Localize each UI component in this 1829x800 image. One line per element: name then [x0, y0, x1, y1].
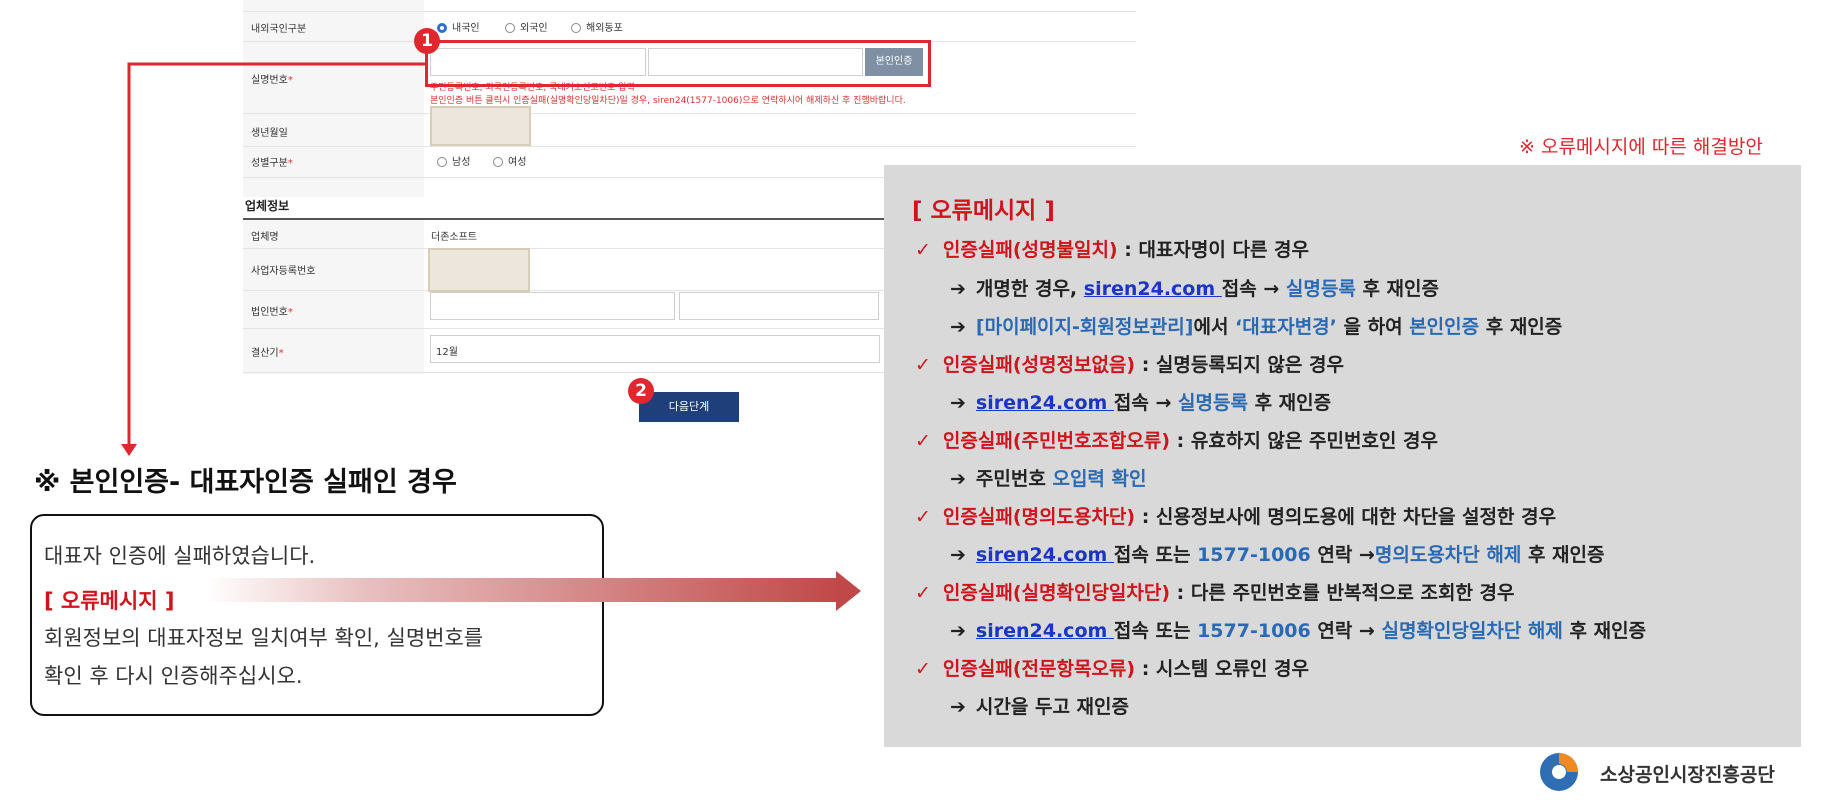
- arrow-right-icon: ➔: [950, 544, 966, 566]
- solution-line: ➔ 시간을 두고 재인증: [950, 696, 1129, 718]
- siren24-link[interactable]: siren24.com: [976, 392, 1114, 414]
- arrow-right-icon: ➔: [950, 620, 966, 642]
- check-icon: ✓: [915, 658, 931, 680]
- arrow-right-icon: ➔: [950, 316, 966, 338]
- error-item-name-mismatch: ✓ 인증실패(성명불일치) : 대표자명이 다른 경우: [915, 239, 1310, 261]
- solution-caption: ※ 오류메시지에 따른 해결방안: [1519, 136, 1763, 158]
- gradient-arrow-shaft: [206, 578, 842, 602]
- error-item-id-combination: ✓ 인증실패(주민번호조합오류) : 유효하지 않은 주민번호인 경우: [915, 430, 1438, 452]
- arrow-right-icon: ➔: [950, 468, 966, 490]
- solution-line: ➔ siren24.com 접속 또는 1577-1006 연락 →명의도용차단 …: [950, 544, 1605, 566]
- error-item-no-name-info: ✓ 인증실패(성명정보없음) : 실명등록되지 않은 경우: [915, 354, 1344, 376]
- siren24-link[interactable]: siren24.com: [976, 544, 1114, 566]
- arrow-right-icon: ➔: [950, 392, 966, 414]
- error-item-daily-block: ✓ 인증실패(실명확인당일차단) : 다른 주민번호를 반복적으로 조회한 경우: [915, 582, 1515, 604]
- agency-logo-text: 소상공인시장진흥공단: [1600, 764, 1775, 786]
- dialog-line-3: 확인 후 다시 인증해주십시오.: [44, 664, 303, 688]
- solution-line: ➔ siren24.com 접속 또는 1577-1006 연락 → 실명확인당일…: [950, 620, 1647, 642]
- dialog-line-1: 대표자 인증에 실패하였습니다.: [44, 544, 316, 568]
- dialog-error-title: [ 오류메시지 ]: [44, 589, 175, 613]
- siren24-link[interactable]: siren24.com: [976, 620, 1114, 642]
- check-icon: ✓: [915, 506, 931, 528]
- solution-line: ➔ siren24.com 접속 → 실명등록 후 재인증: [950, 392, 1332, 414]
- error-item-identity-theft-block: ✓ 인증실패(명의도용차단) : 신용정보사에 명의도용에 대한 차단을 설정한 …: [915, 506, 1557, 528]
- panel-title: [ 오류메시지 ]: [912, 198, 1055, 224]
- check-icon: ✓: [915, 354, 931, 376]
- check-icon: ✓: [915, 582, 931, 604]
- check-icon: ✓: [915, 239, 931, 261]
- arrow-right-icon: ➔: [950, 278, 966, 300]
- solution-line: ➔ 개명한 경우, siren24.com 접속 → 실명등록 후 재인증: [950, 278, 1439, 300]
- arrow-right-icon: ➔: [950, 696, 966, 718]
- solution-line: ➔ [마이페이지-회원정보관리]에서 ‘대표자변경’ 을 하여 본인인증 후 재인…: [950, 316, 1563, 338]
- solution-line: ➔ 주민번호 오입력 확인: [950, 468, 1147, 490]
- siren24-link[interactable]: siren24.com: [1084, 278, 1222, 300]
- dialog-line-2: 회원정보의 대표자정보 일치여부 확인, 실명번호를: [44, 626, 484, 650]
- check-icon: ✓: [915, 430, 931, 452]
- gradient-arrow-head: [836, 571, 861, 611]
- callout-heading: ※ 본인인증- 대표자인증 실패인 경우: [34, 467, 457, 498]
- error-item-system-error: ✓ 인증실패(전문항목오류) : 시스템 오류인 경우: [915, 658, 1309, 680]
- agency-logo-icon: [1540, 753, 1578, 791]
